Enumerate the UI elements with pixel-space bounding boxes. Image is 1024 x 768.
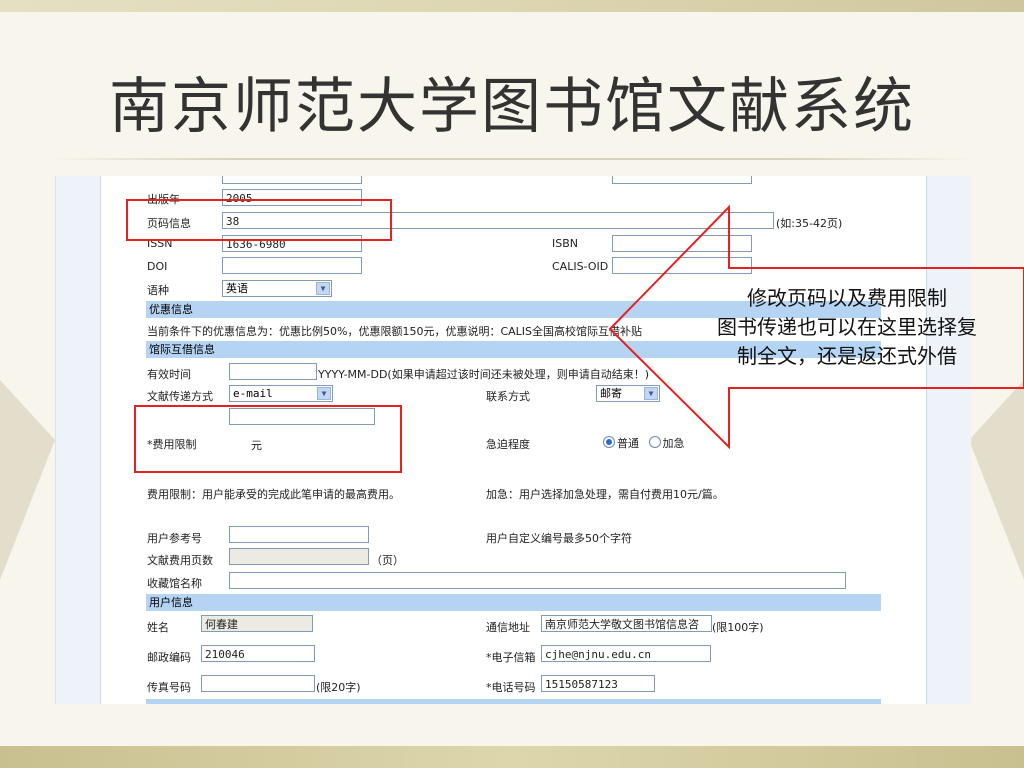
user-section-header: 用户信息	[146, 594, 881, 611]
contact-select[interactable]: 邮寄 ▼	[596, 385, 660, 402]
user-ref-input[interactable]	[229, 526, 369, 543]
isbn-input[interactable]	[612, 235, 752, 252]
calis-oid-input[interactable]	[612, 257, 752, 274]
doi-label: DOI	[147, 260, 168, 273]
valid-time-input[interactable]	[229, 363, 317, 380]
fee-limit-highlight-box	[134, 405, 402, 473]
holding-lib-label: 收藏馆名称	[147, 577, 202, 590]
fee-limit-note: 费用限制：用户能承受的完成此笔申请的最高费用。	[147, 488, 400, 501]
fax-input[interactable]	[201, 675, 315, 692]
user-ref-hint: 用户自定义编号最多50个字符	[486, 532, 632, 545]
radio-empty-icon[interactable]	[648, 436, 661, 448]
language-select-value: 英语	[226, 282, 248, 295]
doc-pages-input[interactable]	[229, 548, 369, 565]
chevron-down-icon[interactable]: ▼	[317, 387, 331, 400]
valid-time-hint: YYYY-MM-DD(如果申请超过该时间还未被处理，则申请自动结束！)	[318, 368, 650, 381]
delivery-label: 文献传递方式	[147, 390, 213, 403]
urgency-urgent-label: 加急	[662, 437, 685, 450]
urgent-note: 加急：用户选择加急处理，需自付费用10元/篇。	[486, 488, 724, 501]
address-label: 通信地址	[486, 621, 530, 634]
left-decor-fan	[0, 380, 55, 580]
right-page-margin	[926, 176, 971, 704]
calis-oid-label: CALIS-OID	[552, 260, 609, 273]
left-page-margin	[56, 176, 101, 704]
delivery-select[interactable]: e-mail ▼	[229, 385, 333, 402]
callout-line-3: 制全文，还是返还式外借	[737, 344, 957, 368]
urgency-normal-option[interactable]: 普通	[603, 436, 639, 450]
user-ref-label: 用户参考号	[147, 532, 202, 545]
postcode-input[interactable]: 210046	[201, 645, 315, 662]
callout-line-2: 图书传递也可以在这里选择复	[717, 315, 977, 339]
doc-pages-unit: （页）	[371, 554, 404, 567]
language-label: 语种	[147, 284, 169, 297]
top-decor-bar	[0, 0, 1024, 12]
postcode-label: 邮政编码	[147, 651, 191, 664]
language-select[interactable]: 英语 ▼	[222, 280, 332, 297]
cut-off-field-left[interactable]	[222, 176, 362, 184]
chevron-down-icon[interactable]: ▼	[316, 282, 330, 295]
isbn-label: ISBN	[552, 237, 579, 250]
chevron-down-icon[interactable]: ▼	[644, 387, 658, 400]
urgency-normal-label: 普通	[617, 437, 639, 450]
delivery-select-value: e-mail	[233, 387, 273, 400]
right-decor-fan	[969, 380, 1024, 580]
holding-lib-input[interactable]	[229, 572, 846, 589]
address-hint: (限100字)	[712, 621, 764, 634]
phone-input[interactable]: 15150587123	[541, 675, 655, 692]
bottom-decor-bar	[0, 746, 1024, 768]
bottom-band	[146, 699, 881, 704]
cut-off-field-right[interactable]	[612, 176, 752, 184]
name-label: 姓名	[147, 621, 169, 634]
title-divider	[48, 158, 974, 160]
urgency-label: 急迫程度	[486, 438, 530, 451]
doi-input[interactable]	[222, 257, 362, 274]
page-info-highlight-box	[126, 199, 392, 241]
urgency-urgent-option[interactable]: 加急	[648, 436, 685, 450]
address-input[interactable]: 南京师范大学敬文图书馆信息咨	[541, 615, 712, 632]
discount-text: 当前条件下的优惠信息为：优惠比例50%，优惠限额150元，优惠说明：CALIS全…	[147, 325, 643, 338]
contact-label: 联系方式	[486, 390, 530, 403]
fax-label: 传真号码	[147, 681, 191, 694]
fax-hint: (限20字)	[316, 681, 361, 694]
page-info-hint: (如:35-42页)	[776, 217, 843, 230]
phone-label: *电话号码	[486, 681, 536, 694]
callout-line-1: 修改页码以及费用限制	[747, 286, 947, 310]
contact-select-value: 邮寄	[600, 387, 622, 400]
valid-time-label: 有效时间	[147, 368, 191, 381]
urgency-radios: 普通 加急	[603, 435, 685, 451]
radio-selected-icon[interactable]	[603, 436, 615, 448]
callout-text: 修改页码以及费用限制 图书传递也可以在这里选择复 制全文，还是返还式外借	[672, 284, 1022, 371]
email-input[interactable]: cjhe@njnu.edu.cn	[541, 645, 711, 662]
doc-pages-label: 文献费用页数	[147, 554, 213, 567]
name-input[interactable]: 何春建	[201, 615, 313, 632]
email-label: *电子信箱	[486, 651, 536, 664]
slide-title: 南京师范大学图书馆文献系统	[109, 72, 915, 142]
